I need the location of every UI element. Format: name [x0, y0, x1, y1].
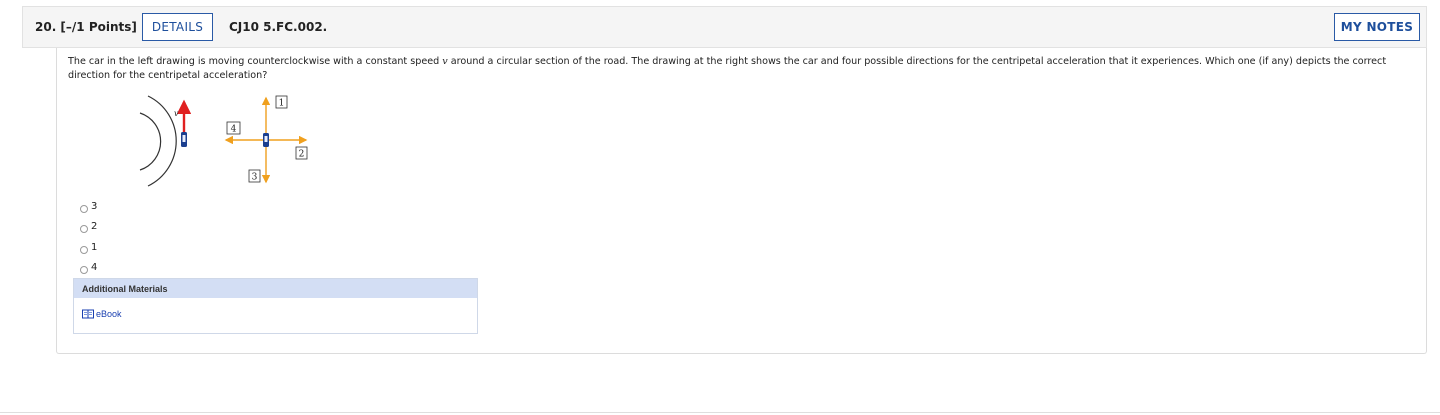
- answer-choice[interactable]: 3: [80, 196, 97, 217]
- answer-choice[interactable]: 1: [80, 237, 97, 258]
- direction-label-4-text: 4: [231, 125, 237, 135]
- additional-materials-title: Additional Materials: [74, 279, 477, 298]
- question-figure: v 1 2 3 4: [139, 95, 308, 187]
- direction-label-4: 4: [226, 121, 241, 135]
- choice-label: 4: [91, 262, 98, 274]
- radio-button[interactable]: [80, 225, 88, 234]
- choice-label: 2: [91, 221, 98, 233]
- direction-label-3: 3: [248, 169, 261, 183]
- direction-label-3-text: 3: [252, 173, 258, 183]
- my-notes-button[interactable]: MY NOTES: [1334, 13, 1420, 41]
- choice-label: 3: [91, 200, 98, 212]
- car-right: [263, 133, 269, 147]
- radio-button[interactable]: [80, 204, 88, 213]
- details-button[interactable]: DETAILS: [142, 13, 213, 41]
- ebook-label: eBook: [96, 309, 122, 319]
- direction-label-1: 1: [275, 95, 288, 109]
- velocity-label: v: [174, 109, 179, 118]
- question-number-points: 20. [–/1 Points]: [35, 20, 137, 34]
- question-id: CJ10 5.FC.002.: [229, 20, 328, 34]
- answer-choice[interactable]: 4: [80, 258, 97, 279]
- direction-label-1-text: 1: [279, 99, 285, 109]
- question-text: The car in the left drawing is moving co…: [68, 55, 1418, 83]
- additional-materials-panel: Additional Materials eBook: [73, 278, 478, 334]
- radio-button[interactable]: [80, 245, 88, 254]
- direction-label-2-text: 2: [299, 150, 305, 160]
- book-icon: [82, 309, 94, 319]
- direction-label-2: 2: [295, 146, 308, 160]
- answer-choice[interactable]: 2: [80, 217, 97, 238]
- choice-label: 1: [91, 241, 98, 253]
- road-arcs: [139, 95, 177, 187]
- question-header: 20. [–/1 Points] DETAILS CJ10 5.FC.002. …: [22, 6, 1427, 48]
- radio-button[interactable]: [80, 266, 88, 275]
- car-left: [181, 132, 187, 147]
- question-text-part1: The car in the left drawing is moving co…: [68, 56, 443, 67]
- divider: [0, 412, 1440, 413]
- ebook-link[interactable]: eBook: [82, 309, 122, 319]
- answer-choices: 3 2 1 4: [80, 196, 97, 278]
